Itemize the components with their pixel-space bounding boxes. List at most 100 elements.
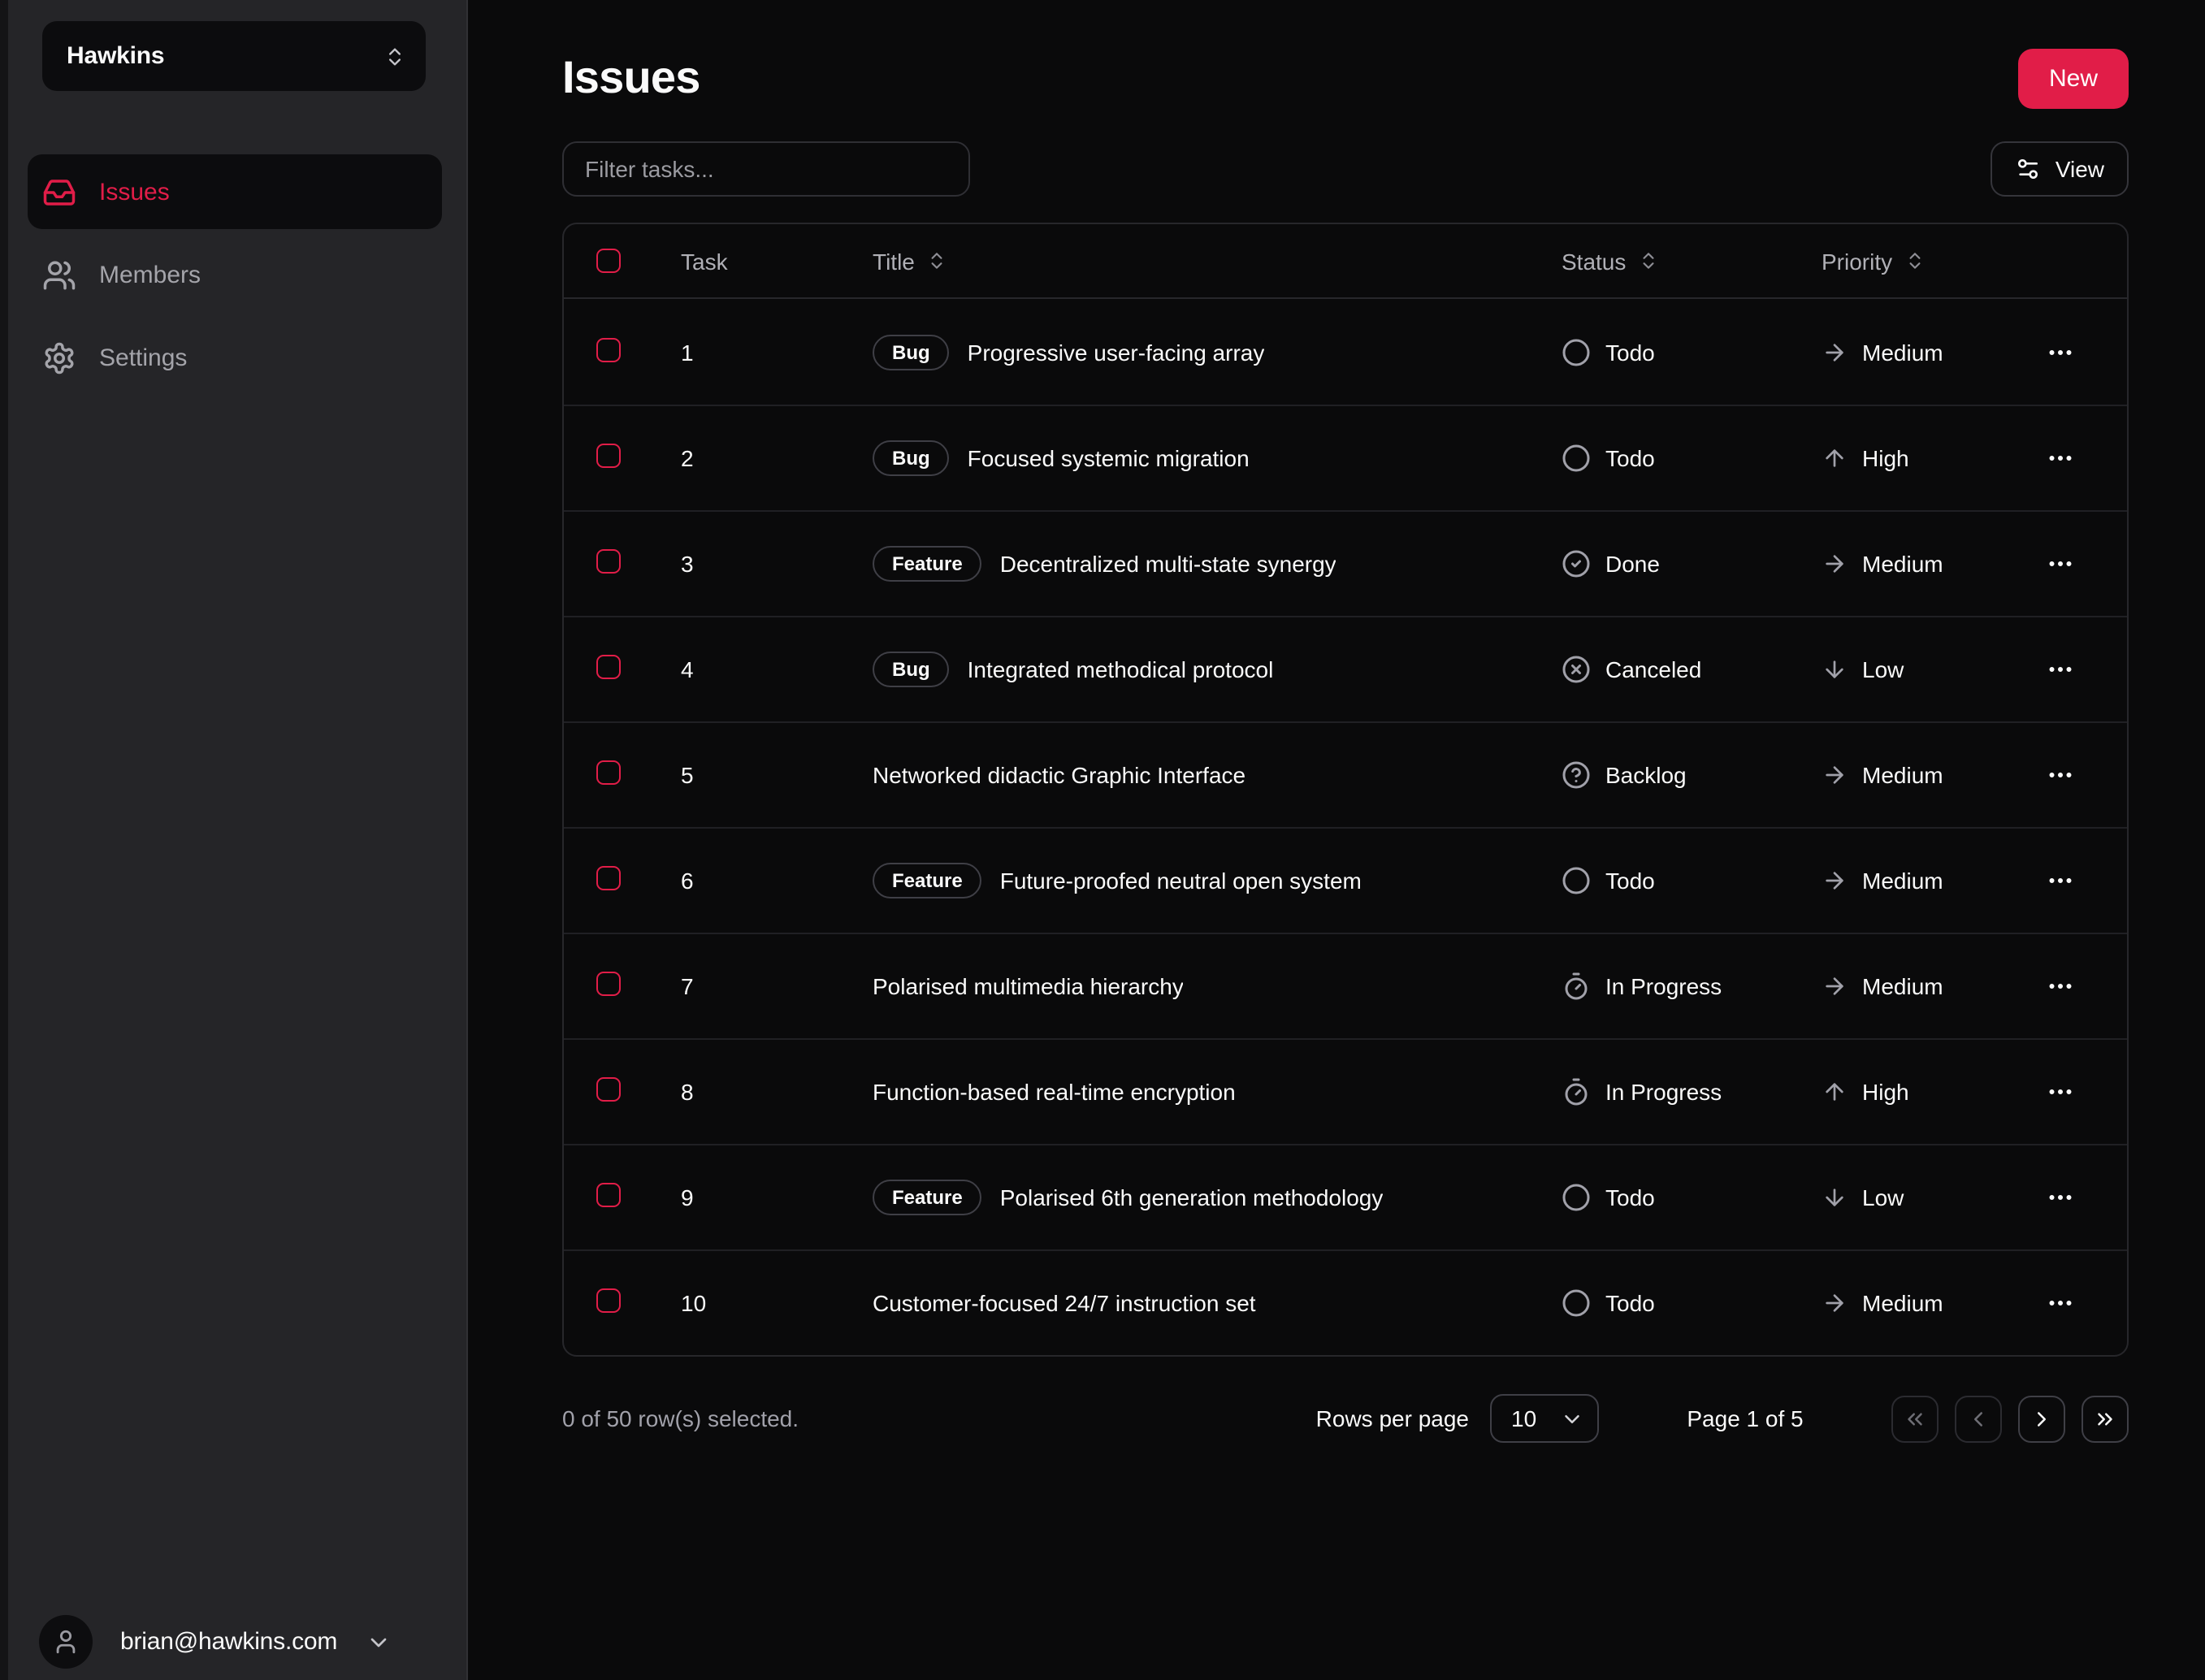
task-title: Polarised 6th generation methodology xyxy=(999,1184,1384,1210)
task-cell: 3 xyxy=(681,551,694,577)
status-label: In Progress xyxy=(1605,973,1722,999)
topbar: Issues New xyxy=(562,49,2129,109)
status-backlog-icon xyxy=(1562,760,1591,790)
select-row-checkbox[interactable] xyxy=(596,549,621,574)
row-actions-button[interactable] xyxy=(2036,754,2085,796)
priority-cell: Medium xyxy=(1822,762,2036,788)
status-todo-icon xyxy=(1562,337,1591,366)
row-actions-button[interactable] xyxy=(2036,1176,2085,1219)
checkbox-cell xyxy=(596,655,681,684)
title-cell: Feature Polarised 6th generation methodol… xyxy=(873,1180,1562,1215)
select-row-checkbox[interactable] xyxy=(596,1077,621,1102)
more-horizontal-icon xyxy=(2046,866,2075,895)
select-row-checkbox[interactable] xyxy=(596,866,621,890)
select-row-checkbox[interactable] xyxy=(596,1288,621,1313)
sidebar-item-label: Settings xyxy=(99,344,188,371)
user-icon xyxy=(52,1628,80,1656)
first-page-button xyxy=(1891,1395,1939,1442)
actions-cell xyxy=(2036,754,2127,796)
row-actions-button[interactable] xyxy=(2036,859,2085,902)
chevrons-up-down-icon xyxy=(383,45,406,67)
row-actions-button[interactable] xyxy=(2036,1282,2085,1324)
sliders-icon xyxy=(2015,156,2041,182)
sidebar-nav: Issues Members Settings xyxy=(28,154,442,395)
rows-per-page-value: 10 xyxy=(1511,1405,1537,1431)
table-row: 9 Feature Polarised 6th generation methodo… xyxy=(564,1144,2127,1249)
priority-label: Medium xyxy=(1862,868,1943,894)
sidebar-item-members[interactable]: Members xyxy=(28,237,442,312)
label-badge: Bug xyxy=(873,334,950,370)
rows-per-page-select[interactable]: 10 xyxy=(1490,1394,1599,1443)
workspace-switcher[interactable]: Hawkins xyxy=(42,21,426,91)
task-cell: 2 xyxy=(681,445,694,471)
issues-table: Task Title Status Priority 1 Bug Progressive … xyxy=(562,223,2129,1357)
actions-cell xyxy=(2036,859,2127,902)
user-menu[interactable]: brian@hawkins.com xyxy=(39,1615,391,1669)
select-row-checkbox[interactable] xyxy=(596,972,621,996)
next-page-button[interactable] xyxy=(2018,1395,2065,1442)
sidebar-item-issues[interactable]: Issues xyxy=(28,154,442,229)
checkbox-cell xyxy=(596,337,681,366)
row-actions-button[interactable] xyxy=(2036,543,2085,585)
page-indicator: Page 1 of 5 xyxy=(1687,1405,1804,1431)
row-actions-button[interactable] xyxy=(2036,437,2085,479)
view-button-label: View xyxy=(2055,156,2104,182)
sort-icon xyxy=(1637,250,1658,271)
priority-low-icon xyxy=(1822,1184,1848,1210)
column-header-status: Status xyxy=(1562,248,1822,274)
view-button[interactable]: View xyxy=(1990,141,2129,197)
sort-button-title[interactable]: Title xyxy=(873,248,947,274)
column-header-priority: Priority xyxy=(1822,248,2036,274)
title-cell: Networked didactic Graphic Interface xyxy=(873,762,1562,788)
priority-medium-icon xyxy=(1822,339,1848,365)
sort-icon xyxy=(926,250,947,271)
sort-button-priority[interactable]: Priority xyxy=(1822,248,1925,274)
status-cell: Backlog xyxy=(1562,760,1822,790)
priority-label: Medium xyxy=(1862,762,1943,788)
row-actions-button[interactable] xyxy=(2036,965,2085,1007)
row-actions-button[interactable] xyxy=(2036,1071,2085,1113)
new-button[interactable]: New xyxy=(2017,49,2129,109)
actions-cell xyxy=(2036,1282,2127,1324)
status-cell: Todo xyxy=(1562,337,1822,366)
chevron-down-icon xyxy=(365,1629,391,1655)
title-cell: Feature Future-proofed neutral open syste… xyxy=(873,863,1562,898)
row-actions-button[interactable] xyxy=(2036,331,2085,373)
title-cell: Bug Progressive user-facing array xyxy=(873,334,1562,370)
task-title: Customer-focused 24/7 instruction set xyxy=(873,1290,1256,1316)
sidebar-item-settings[interactable]: Settings xyxy=(28,320,442,395)
sort-button-status[interactable]: Status xyxy=(1562,248,1658,274)
column-label: Priority xyxy=(1822,248,1893,274)
filter-input[interactable] xyxy=(562,141,970,197)
last-page-button[interactable] xyxy=(2082,1395,2129,1442)
select-row-checkbox[interactable] xyxy=(596,760,621,785)
select-row-checkbox[interactable] xyxy=(596,655,621,679)
row-actions-button[interactable] xyxy=(2036,648,2085,691)
select-row-checkbox[interactable] xyxy=(596,337,621,362)
task-cell: 1 xyxy=(681,339,694,365)
label-badge: Feature xyxy=(873,546,982,582)
task-title: Future-proofed neutral open system xyxy=(999,868,1362,894)
priority-cell: High xyxy=(1822,445,2036,471)
select-row-checkbox[interactable] xyxy=(596,444,621,468)
inbox-icon xyxy=(42,175,76,209)
status-todo-icon xyxy=(1562,866,1591,895)
column-label: Title xyxy=(873,248,915,274)
task-cell: 9 xyxy=(681,1184,694,1210)
more-horizontal-icon xyxy=(2046,1183,2075,1212)
select-row-checkbox[interactable] xyxy=(596,1183,621,1207)
table-row: 8 Function-based real-time encryption In P… xyxy=(564,1038,2127,1144)
selection-status: 0 of 50 row(s) selected. xyxy=(562,1405,799,1431)
rows-per-page-label: Rows per page xyxy=(1315,1405,1469,1431)
settings-icon xyxy=(42,340,76,375)
task-cell: 5 xyxy=(681,762,694,788)
task-cell: 7 xyxy=(681,973,694,999)
checkbox-cell xyxy=(596,1077,681,1106)
status-done-icon xyxy=(1562,549,1591,578)
priority-cell: Medium xyxy=(1822,868,2036,894)
sidebar-item-label: Issues xyxy=(99,178,170,206)
actions-cell xyxy=(2036,1176,2127,1219)
column-header-task: Task xyxy=(681,248,873,274)
table-row: 7 Polarised multimedia hierarchy In Progre… xyxy=(564,933,2127,1038)
select-all-checkbox[interactable] xyxy=(596,249,621,273)
